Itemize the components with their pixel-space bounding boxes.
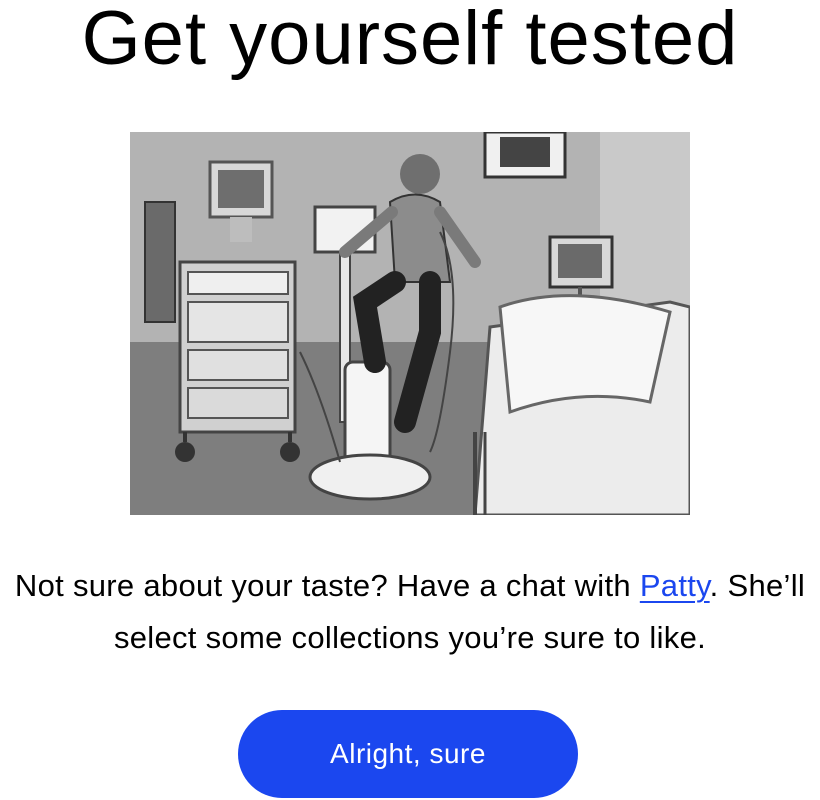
page-title: Get yourself tested [81, 0, 739, 81]
page: Get yourself tested Not sure about your … [0, 0, 820, 800]
patty-link[interactable]: Patty [640, 568, 710, 603]
exercise-test-photo [130, 132, 690, 515]
alright-sure-button[interactable]: Alright, sure [238, 710, 578, 798]
chat-prompt-before: Not sure about your taste? Have a chat w… [14, 568, 640, 603]
chat-prompt-text: Not sure about your taste? Have a chat w… [0, 560, 820, 664]
